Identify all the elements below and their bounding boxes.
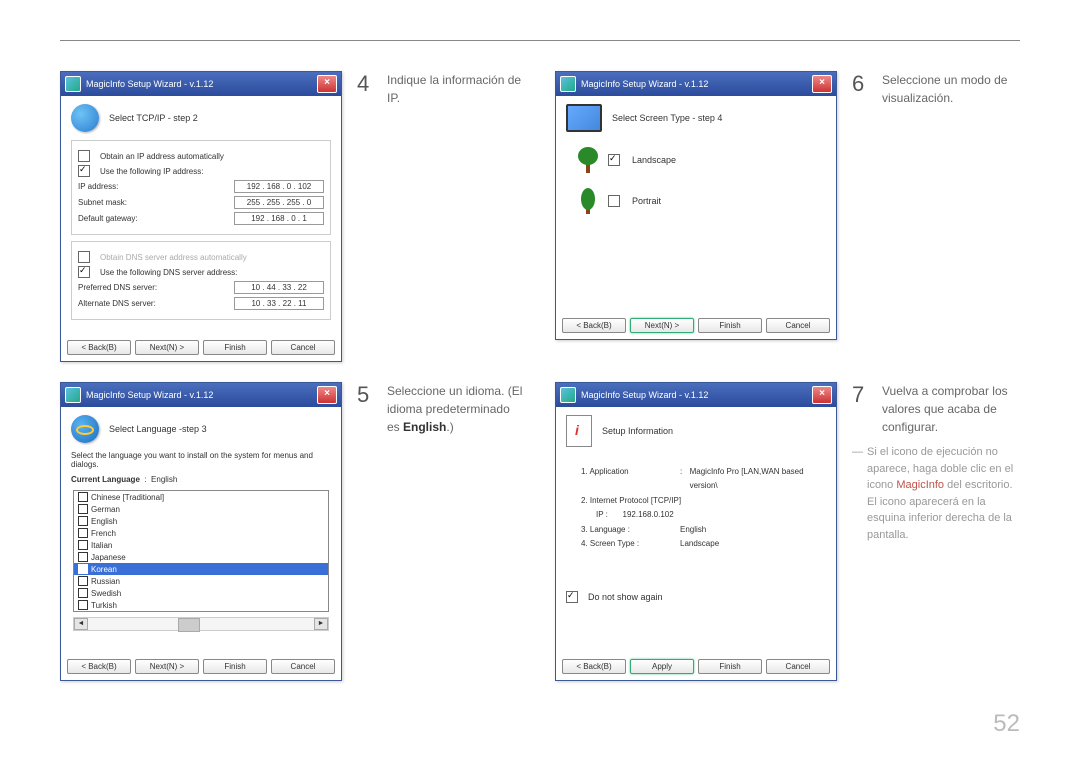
landscape-checkbox[interactable] [608,154,620,166]
scroll-thumb[interactable] [178,618,200,632]
title: MagicInfo Setup Wizard - v.1.12 [581,390,812,400]
close-icon[interactable]: × [317,386,337,404]
setup-info-list: 1. Application: MagicInfo Pro [LAN,WAN b… [566,455,826,561]
use-dns-checkbox[interactable] [78,266,90,278]
apply-button[interactable]: Apply [630,659,694,674]
app-icon [560,76,576,92]
finish-button[interactable]: Finish [698,318,762,333]
titlebar: MagicInfo Setup Wizard - v.1.12 × [61,72,341,96]
app-icon [65,387,81,403]
close-icon[interactable]: × [317,75,337,93]
list-item[interactable]: Turkish [74,599,328,611]
back-button[interactable]: < Back(B) [67,659,131,674]
back-button[interactable]: < Back(B) [562,659,626,674]
title: MagicInfo Setup Wizard - v.1.12 [86,390,317,400]
step-text: Seleccione un modo de visualización. [882,71,1020,107]
landscape-label: Landscape [632,155,676,165]
app-icon [560,387,576,403]
list-item[interactable]: French [74,527,328,539]
document-icon [566,415,592,447]
ip-input[interactable]: 192 . 168 . 0 . 102 [234,180,324,193]
language-listbox[interactable]: Chinese [Traditional]GermanEnglishFrench… [73,490,329,612]
back-button[interactable]: < Back(B) [67,340,131,355]
dialog-setup-info: MagicInfo Setup Wizard - v.1.12 × Setup … [555,382,837,681]
dialog-language: MagicInfo Setup Wizard - v.1.12 × Select… [60,382,342,681]
cancel-button[interactable]: Cancel [766,659,830,674]
dont-show-checkbox[interactable] [566,591,578,603]
next-button[interactable]: Next(N) > [135,659,199,674]
scrollbar[interactable]: ◄ ► [73,617,329,631]
back-button[interactable]: < Back(B) [562,318,626,333]
monitor-icon [566,104,602,132]
obtain-dns-checkbox [78,251,90,263]
list-item[interactable]: Chinese [Simplified] [74,611,328,612]
dialog-header-text: Select Language -step 3 [109,424,207,434]
alt-dns-input[interactable]: 10 . 33 . 22 . 11 [234,297,324,310]
step-number: 4 [357,71,377,107]
portrait-checkbox[interactable] [608,195,620,207]
finish-button[interactable]: Finish [698,659,762,674]
step-5: MagicInfo Setup Wizard - v.1.12 × Select… [60,382,525,681]
list-item[interactable]: German [74,503,328,515]
list-item[interactable]: Japanese [74,551,328,563]
portrait-label: Portrait [632,196,661,206]
scroll-left-icon[interactable]: ◄ [74,618,88,630]
step-text: Indique la información de IP. [387,71,525,107]
cancel-button[interactable]: Cancel [271,340,335,355]
cancel-button[interactable]: Cancel [766,318,830,333]
page-divider [60,40,1020,41]
obtain-ip-checkbox[interactable] [78,150,90,162]
next-button[interactable]: Next(N) > [135,340,199,355]
list-item[interactable]: Italian [74,539,328,551]
content-grid: MagicInfo Setup Wizard - v.1.12 × Select… [60,71,1020,681]
globe-icon [71,104,99,132]
list-item[interactable]: English [74,515,328,527]
cancel-button[interactable]: Cancel [271,659,335,674]
gateway-input[interactable]: 192 . 168 . 0 . 1 [234,212,324,225]
app-icon [65,76,81,92]
dialog-header-text: Select TCP/IP - step 2 [109,113,198,123]
close-icon[interactable]: × [812,75,832,93]
globe-icon [71,415,99,443]
dialog-header-text: Setup Information [602,426,673,436]
step-6: MagicInfo Setup Wizard - v.1.12 × Select… [555,71,1020,362]
dialog-header-text: Select Screen Type - step 4 [612,113,722,123]
list-item[interactable]: Swedish [74,587,328,599]
dialog-screen-type: MagicInfo Setup Wizard - v.1.12 × Select… [555,71,837,340]
dialog-tcpip: MagicInfo Setup Wizard - v.1.12 × Select… [60,71,342,362]
scroll-right-icon[interactable]: ► [314,618,328,630]
step-text: Vuelva a comprobar los valores que acaba… [882,382,1020,436]
list-item[interactable]: Chinese [Traditional] [74,491,328,503]
title: MagicInfo Setup Wizard - v.1.12 [581,79,812,89]
landscape-icon [576,147,600,173]
step-4: MagicInfo Setup Wizard - v.1.12 × Select… [60,71,525,362]
finish-button[interactable]: Finish [203,659,267,674]
pref-dns-input[interactable]: 10 . 44 . 33 . 22 [234,281,324,294]
list-item[interactable]: Russian [74,575,328,587]
finish-button[interactable]: Finish [203,340,267,355]
step-number: 5 [357,382,377,436]
subnet-input[interactable]: 255 . 255 . 255 . 0 [234,196,324,209]
note-text: Si el icono de ejecución no aparece, hag… [852,444,1020,543]
next-button[interactable]: Next(N) > [630,318,694,333]
step-number: 7 [852,382,872,436]
title: MagicInfo Setup Wizard - v.1.12 [86,79,317,89]
step-7: MagicInfo Setup Wizard - v.1.12 × Setup … [555,382,1020,681]
step-number: 6 [852,71,872,107]
page-number: 52 [993,710,1020,738]
use-ip-checkbox[interactable] [78,165,90,177]
portrait-icon [576,188,600,214]
close-icon[interactable]: × [812,386,832,404]
list-item[interactable]: Korean [74,563,328,575]
hint-text: Select the language you want to install … [71,451,331,469]
step-text: Seleccione un idioma. (El idioma predete… [387,382,525,436]
